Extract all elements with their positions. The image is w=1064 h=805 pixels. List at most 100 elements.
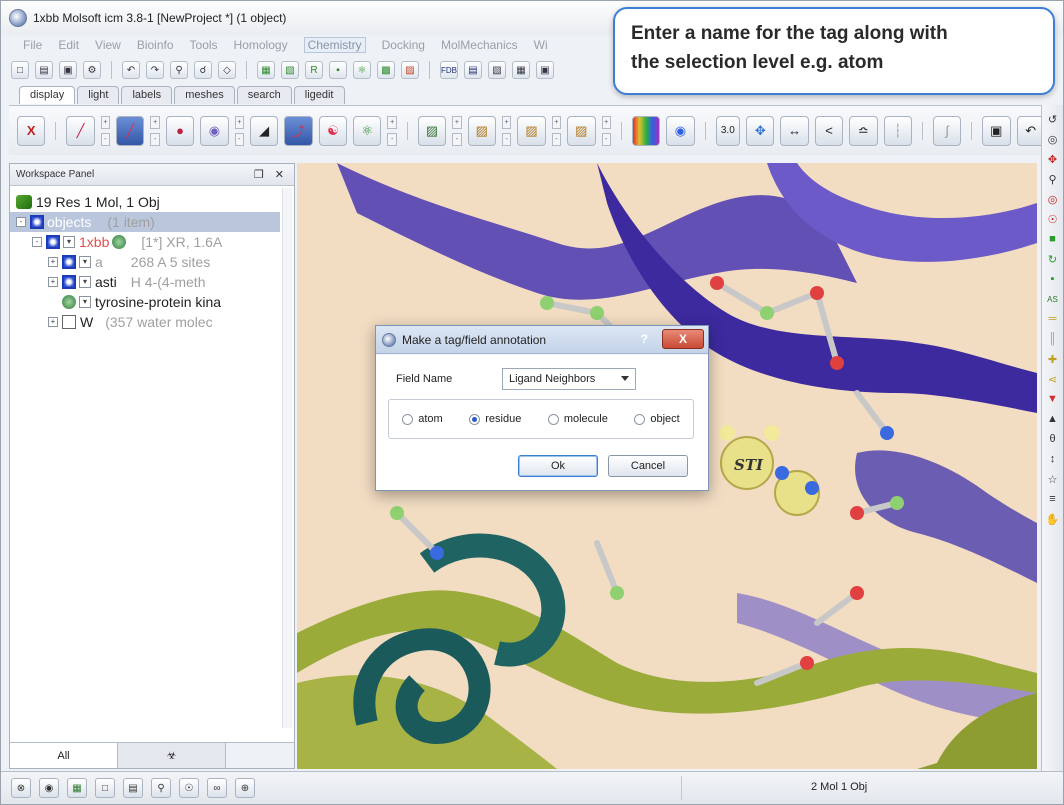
radio-object[interactable]: object xyxy=(634,413,680,425)
dropdown-icon[interactable]: ▾ xyxy=(79,276,91,288)
select-icon[interactable]: ◎ xyxy=(1045,131,1061,147)
i-beam-icon[interactable]: ⋖ xyxy=(1045,371,1061,387)
field-name-select[interactable]: Ligand Neighbors xyxy=(502,368,636,390)
distance-icon[interactable]: ↔ xyxy=(780,115,809,146)
binoculars-icon[interactable]: ☉ xyxy=(1045,211,1061,227)
undo-icon[interactable]: ↶ xyxy=(122,61,140,79)
ribbon-display-icon[interactable]: ⤴ xyxy=(284,115,313,146)
pdb-search-icon[interactable]: ⚲ xyxy=(170,61,188,79)
hand-icon[interactable]: ✋ xyxy=(1045,511,1061,527)
record-icon[interactable]: ◉ xyxy=(39,778,59,798)
hbond-icon[interactable]: ┆ xyxy=(883,115,912,146)
red-shape-icon[interactable]: ▼ xyxy=(1045,391,1061,407)
measure-icon[interactable]: ║ xyxy=(1045,331,1061,347)
zoom-icon[interactable]: ⚲ xyxy=(1045,171,1061,187)
torsion-tool-icon[interactable]: θ xyxy=(1045,431,1061,447)
tab-light[interactable]: light xyxy=(77,86,120,104)
torsion-icon[interactable]: ≏ xyxy=(849,115,878,146)
color-by-secondary-icon[interactable]: ▨ xyxy=(567,115,596,146)
xstick-display-icon[interactable]: ☯ xyxy=(318,115,348,146)
fdb-icon[interactable]: FDB xyxy=(440,61,458,79)
collapse-icon[interactable]: - xyxy=(32,237,42,247)
tree-row-chain-a[interactable]: + ▾ a 268 A 5 sites xyxy=(10,252,280,272)
radio-molecule[interactable]: molecule xyxy=(547,413,608,425)
panel-icon[interactable]: ▣ xyxy=(536,61,554,79)
tree-row-water[interactable]: + W (357 water molec xyxy=(10,312,280,332)
green-box-icon[interactable]: ■ xyxy=(1045,231,1061,247)
redo-icon[interactable]: ↷ xyxy=(146,61,164,79)
tree-row-asti[interactable]: + ▾ asti H 4-(4-meth xyxy=(10,272,280,292)
menu-tools[interactable]: Tools xyxy=(190,38,218,52)
color-residue-spinner[interactable]: + - xyxy=(551,115,562,146)
collapse-icon[interactable]: - xyxy=(16,217,26,227)
color-chain-spinner[interactable]: + - xyxy=(452,115,462,146)
grid-icon[interactable]: ▦ xyxy=(512,61,530,79)
surface-spinner[interactable]: + - xyxy=(234,115,244,146)
surface-display-icon[interactable]: ◉ xyxy=(200,115,229,146)
color-atom-spinner[interactable]: + - xyxy=(501,115,512,146)
tab-ligedit[interactable]: ligedit xyxy=(293,86,345,104)
open-folder-icon[interactable]: ▤ xyxy=(35,61,53,79)
tab-search[interactable]: search xyxy=(236,86,292,104)
visibility-checkbox[interactable] xyxy=(62,315,76,329)
chem-structure-icon[interactable]: ▩ xyxy=(377,61,395,79)
stop-icon[interactable]: ⊗ xyxy=(11,778,31,798)
menu-bioinfo[interactable]: Bioinfo xyxy=(137,38,174,52)
menu-homology[interactable]: Homology xyxy=(234,38,288,52)
color-by-chain-icon[interactable]: ▨ xyxy=(417,115,447,146)
help-button[interactable]: ? xyxy=(641,332,648,346)
workspace-scrollbar[interactable] xyxy=(282,188,292,728)
menu-chemistry[interactable]: Chemistry xyxy=(303,37,366,53)
save-view-icon[interactable]: ▣ xyxy=(982,115,1011,146)
glasses-icon[interactable]: ∞ xyxy=(207,778,227,798)
wire-display-icon[interactable]: ╱ xyxy=(66,115,95,146)
color-secondary-spinner[interactable]: + - xyxy=(601,115,611,146)
color-palette-icon[interactable] xyxy=(631,115,661,146)
ligand-spinner[interactable]: + - xyxy=(387,115,397,146)
table-icon[interactable]: ▤ xyxy=(123,778,143,798)
tree-row-tyrosine-kinase[interactable]: ▾ tyrosine-protein kina xyxy=(10,292,280,312)
thickness-field[interactable]: 3.0 xyxy=(715,115,741,146)
undisplay-icon[interactable]: X xyxy=(17,115,46,146)
expand-icon[interactable]: + xyxy=(48,257,58,267)
molecule-table-icon[interactable]: ▦ xyxy=(257,61,275,79)
radio-button[interactable] xyxy=(547,413,559,425)
ok-button[interactable]: Ok xyxy=(518,455,598,477)
color-by-atom-icon[interactable]: ▨ xyxy=(467,115,496,146)
settings-icon[interactable]: ⚙ xyxy=(83,61,101,79)
clip-icon[interactable]: ∫ xyxy=(932,115,962,146)
find-icon[interactable]: ☌ xyxy=(194,61,212,79)
tree-row-objects[interactable]: - objects (1 item) xyxy=(10,212,280,232)
skin-display-icon[interactable]: ◢ xyxy=(250,115,279,146)
radio-button[interactable] xyxy=(402,413,414,425)
chemical-table-icon[interactable]: ▧ xyxy=(281,61,299,79)
align-icon[interactable]: ≡ xyxy=(1045,491,1061,507)
sort-icon[interactable]: ↕ xyxy=(1045,451,1061,467)
sequence-icon[interactable]: ▤ xyxy=(464,61,482,79)
as-icon[interactable]: AS xyxy=(1045,291,1061,307)
color-by-residue-icon[interactable]: ▨ xyxy=(517,115,546,146)
diamond-icon[interactable]: ◇ xyxy=(218,61,236,79)
translate-icon[interactable]: ✥ xyxy=(1045,151,1061,167)
color-wheel-icon[interactable]: ◉ xyxy=(666,115,695,146)
refresh-icon[interactable]: ↻ xyxy=(1045,251,1061,267)
green-square-icon[interactable]: ▪ xyxy=(1045,271,1061,287)
alignment-icon[interactable]: ▧ xyxy=(488,61,506,79)
radio-atom[interactable]: atom xyxy=(402,413,443,425)
save-icon[interactable]: ▣ xyxy=(59,61,77,79)
tab-meshes[interactable]: meshes xyxy=(174,86,235,104)
menu-docking[interactable]: Docking xyxy=(382,38,425,52)
menu-edit[interactable]: Edit xyxy=(58,38,79,52)
cpk-display-icon[interactable]: ● xyxy=(165,115,195,146)
wire-spinner[interactable]: + - xyxy=(100,115,111,146)
dropdown-icon[interactable]: ▾ xyxy=(79,256,91,268)
chem-merge-icon[interactable]: ▨ xyxy=(401,61,419,79)
tab-display[interactable]: display xyxy=(19,86,76,104)
expand-icon[interactable]: + xyxy=(48,317,58,327)
star-icon[interactable]: ☆ xyxy=(1045,471,1061,487)
menu-window[interactable]: Wi xyxy=(534,38,548,52)
rotate-icon[interactable]: ↺ xyxy=(1045,111,1061,127)
chem-grid-icon[interactable]: ▪ xyxy=(329,61,347,79)
ligand-display-icon[interactable]: ⚛ xyxy=(353,115,382,146)
menu-view[interactable]: View xyxy=(95,38,121,52)
